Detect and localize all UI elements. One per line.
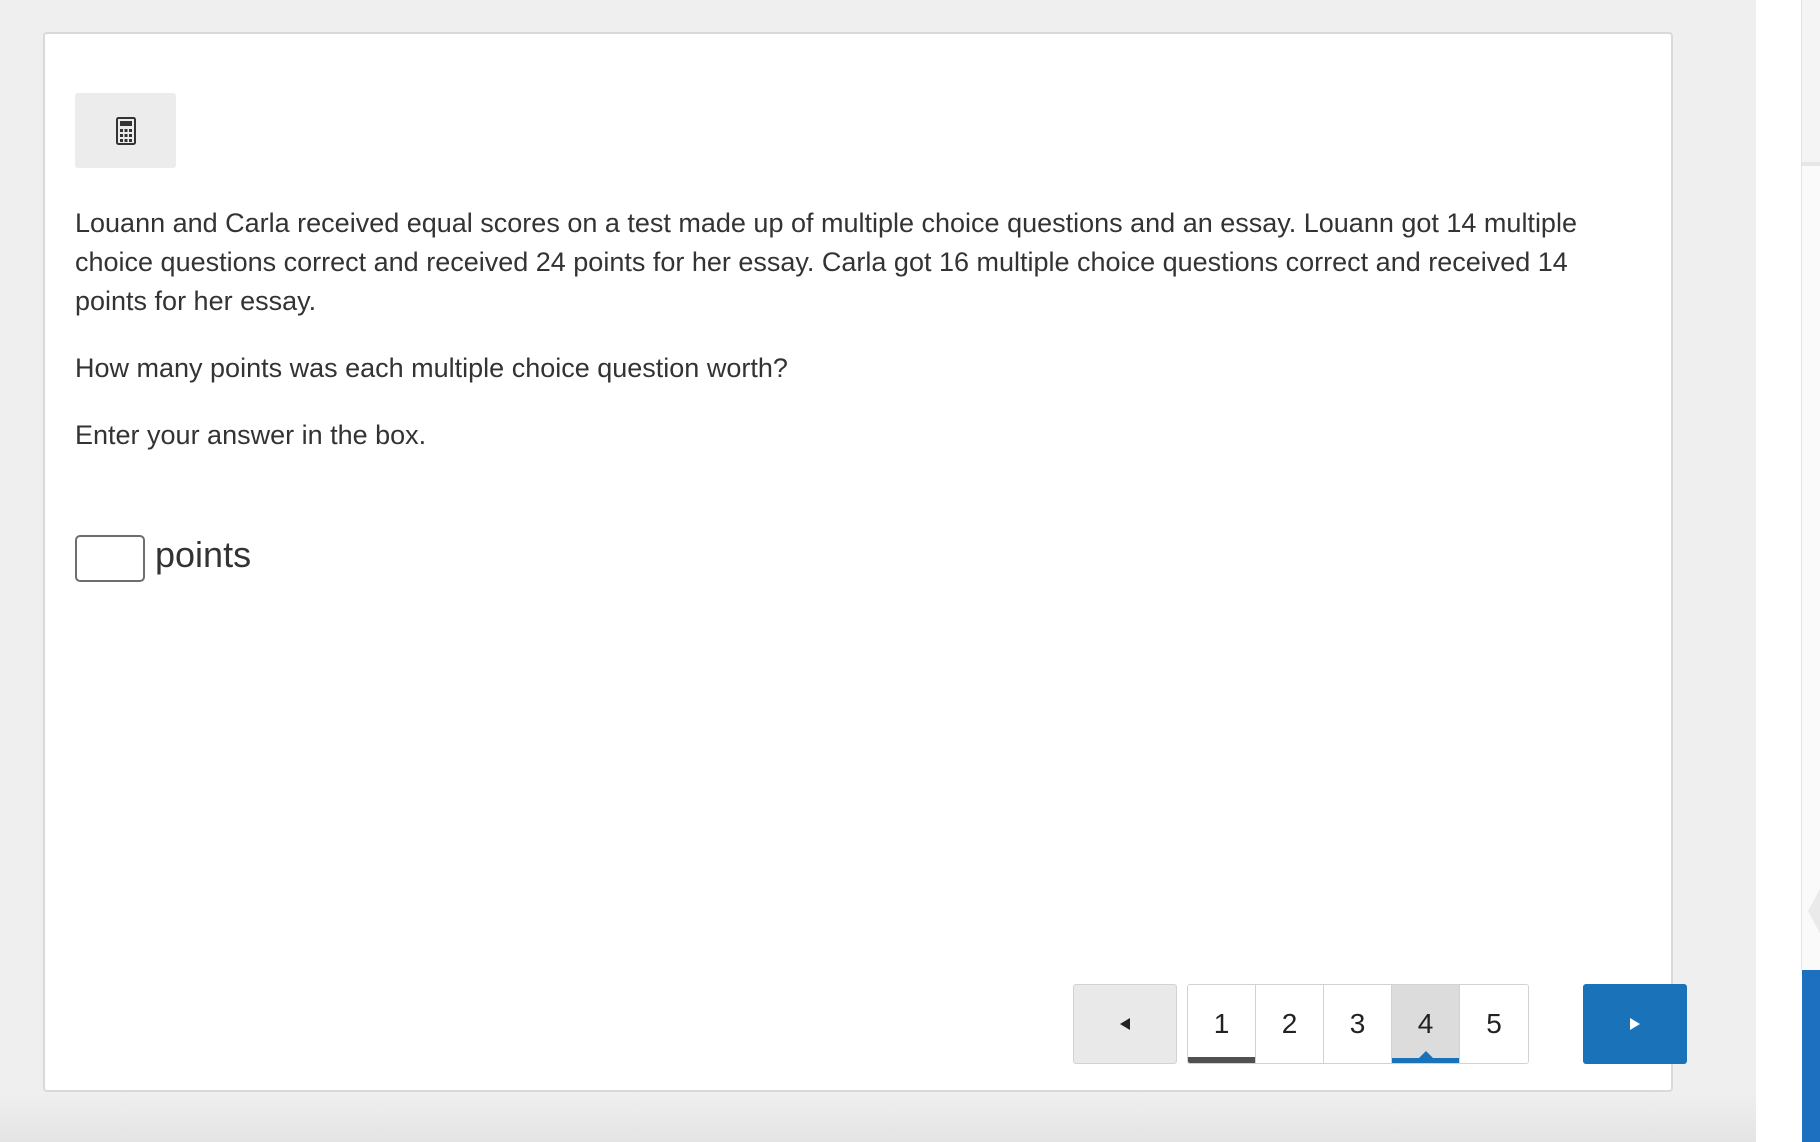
question-stem: Louann and Carla received equal scores o… [75,208,1577,316]
page-button-2[interactable]: 2 [1256,985,1324,1063]
page-button-1[interactable]: 1 [1188,985,1256,1063]
question-text: Louann and Carla received equal scores o… [75,204,1635,455]
question-card: Louann and Carla received equal scores o… [43,32,1687,1092]
page-button-4[interactable]: 4 [1392,985,1460,1063]
answer-input[interactable] [75,534,145,582]
page-number: 2 [1281,1008,1298,1039]
side-panel [1756,0,1820,1142]
answer-row: points [75,534,251,582]
page-list: 1 2 3 4 5 [1187,984,1529,1064]
page-number: 4 [1417,1008,1434,1039]
right-triangle-icon [1630,1018,1640,1030]
question-prompt: How many points was each multiple choice… [75,353,788,383]
next-button[interactable] [1583,984,1687,1064]
current-page-caret-icon [1418,1051,1433,1058]
page-button-3[interactable]: 3 [1324,985,1392,1063]
page-number: 1 [1213,1008,1230,1039]
side-panel-accent [1802,970,1820,1142]
question-instruction: Enter your answer in the box. [75,420,427,450]
page-number: 3 [1349,1008,1366,1039]
previous-button[interactable] [1073,984,1177,1064]
answer-unit-label: points [155,534,252,575]
side-panel-toggle[interactable] [1808,885,1820,937]
side-panel-scrollbar[interactable] [1801,166,1820,970]
calculator-icon [115,116,136,145]
left-triangle-icon [1120,1018,1130,1030]
page-button-5[interactable]: 5 [1460,985,1528,1063]
calculator-button[interactable] [75,93,176,168]
page-number: 5 [1486,1008,1502,1039]
footer-band [0,1094,1756,1142]
side-panel-top [1801,0,1820,166]
